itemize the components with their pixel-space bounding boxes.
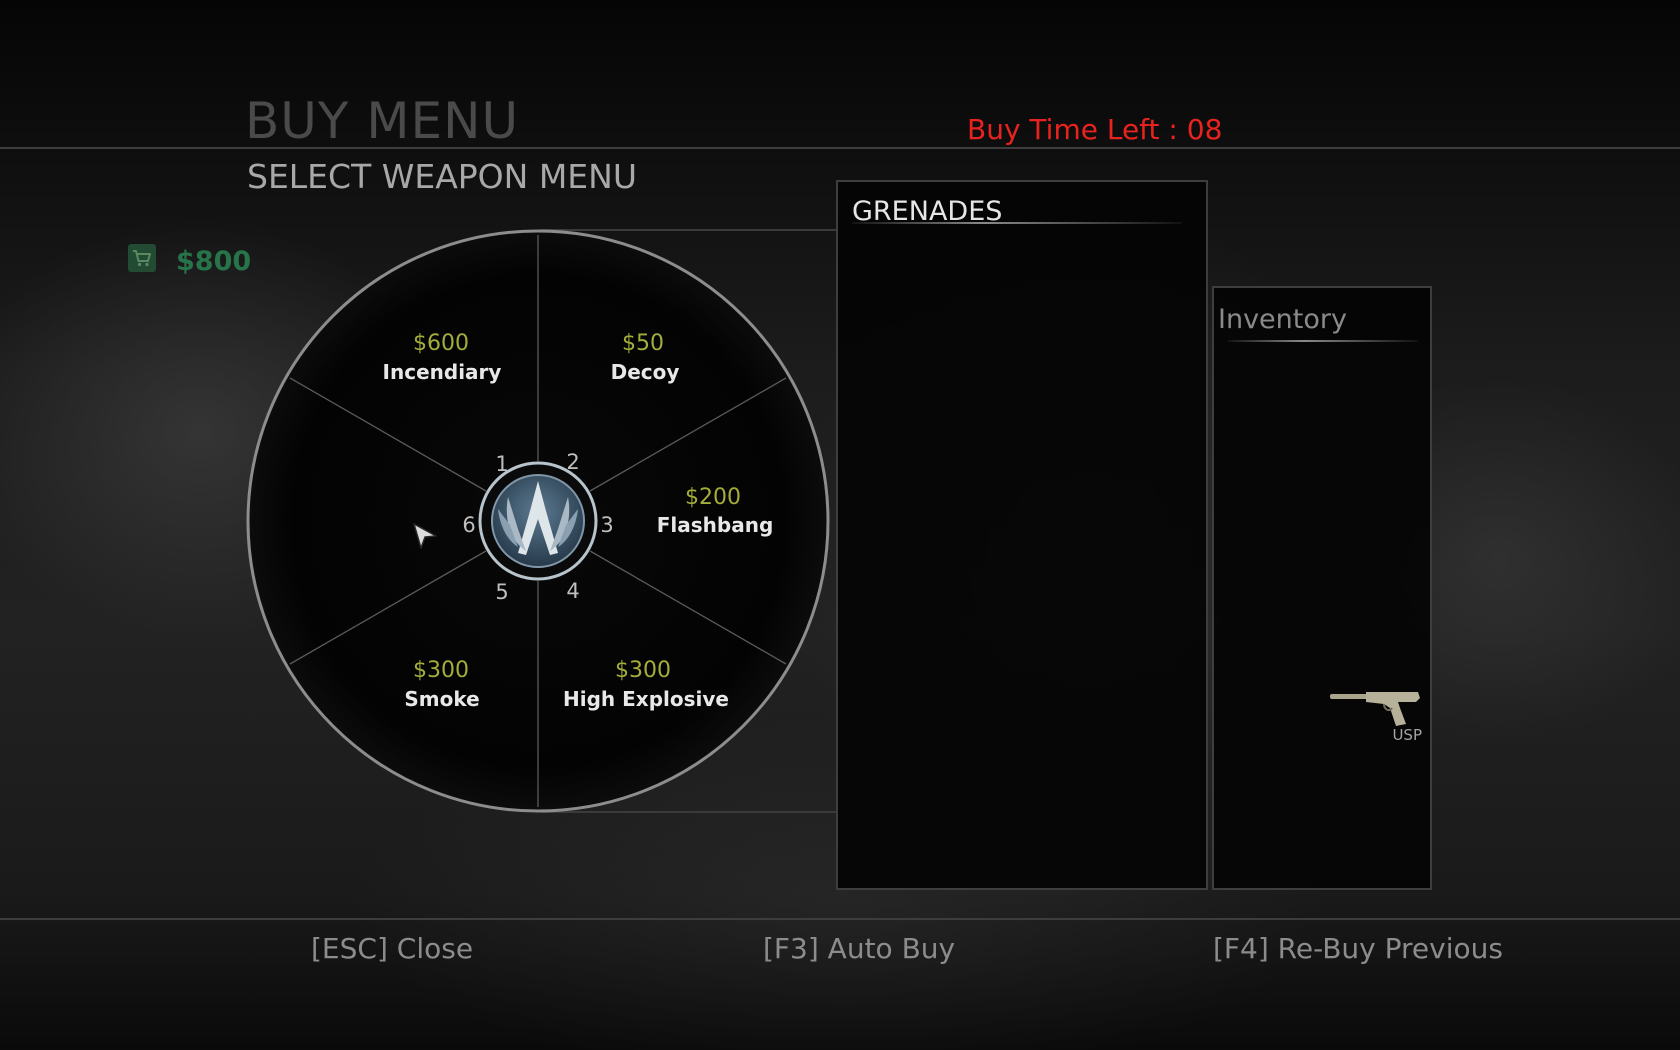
money-amount: $800 — [176, 246, 252, 277]
close-button[interactable]: [ESC] Close — [311, 935, 473, 963]
footer-divider — [0, 918, 1680, 920]
slot-number-6: 6 — [462, 513, 475, 537]
slot-number-5: 5 — [495, 580, 508, 604]
inventory-panel: Inventory USP — [1212, 286, 1432, 890]
cart-icon — [128, 244, 156, 272]
inventory-item-usp-label: USP — [1392, 726, 1422, 744]
mouse-cursor-icon — [413, 523, 437, 549]
grenades-panel: GRENADES — [836, 180, 1208, 890]
buy-menu-screen: BUY MENU SELECT WEAPON MENU Buy Time Lef… — [0, 0, 1680, 1050]
buy-time-left: Buy Time Left : 08 — [967, 113, 1223, 146]
slot-number-4: 4 — [566, 579, 579, 603]
decoy-price: $50 — [622, 331, 664, 356]
page-title: BUY MENU — [245, 92, 520, 150]
slot-number-2: 2 — [566, 450, 579, 474]
incendiary-price: $600 — [413, 331, 469, 356]
pistol-icon[interactable] — [1326, 688, 1426, 758]
grenades-title-underline — [852, 222, 1182, 224]
high-explosive-price: $300 — [615, 658, 671, 683]
slot-number-1: 1 — [495, 452, 508, 476]
grenade-radial-wheel: 1 2 3 4 5 6 $600 Incendiary $50 Decoy $2… — [246, 229, 830, 813]
auto-buy-button[interactable]: [F3] Auto Buy — [763, 935, 955, 963]
ct-emblem-icon — [491, 474, 585, 568]
flashbang-price: $200 — [685, 485, 741, 510]
rebuy-previous-button[interactable]: [F4] Re-Buy Previous — [1213, 935, 1503, 963]
slot-number-3: 3 — [600, 513, 613, 537]
grenades-panel-title: GRENADES — [852, 196, 1003, 227]
page-subtitle: SELECT WEAPON MENU — [247, 157, 637, 196]
incendiary-label: Incendiary — [383, 360, 502, 384]
smoke-price: $300 — [413, 658, 469, 683]
flashbang-label: Flashbang — [657, 513, 774, 537]
inventory-title-underline — [1228, 340, 1418, 342]
high-explosive-label: High Explosive — [563, 687, 729, 711]
inventory-panel-title: Inventory — [1218, 304, 1347, 335]
smoke-label: Smoke — [404, 687, 479, 711]
decoy-label: Decoy — [611, 360, 680, 384]
